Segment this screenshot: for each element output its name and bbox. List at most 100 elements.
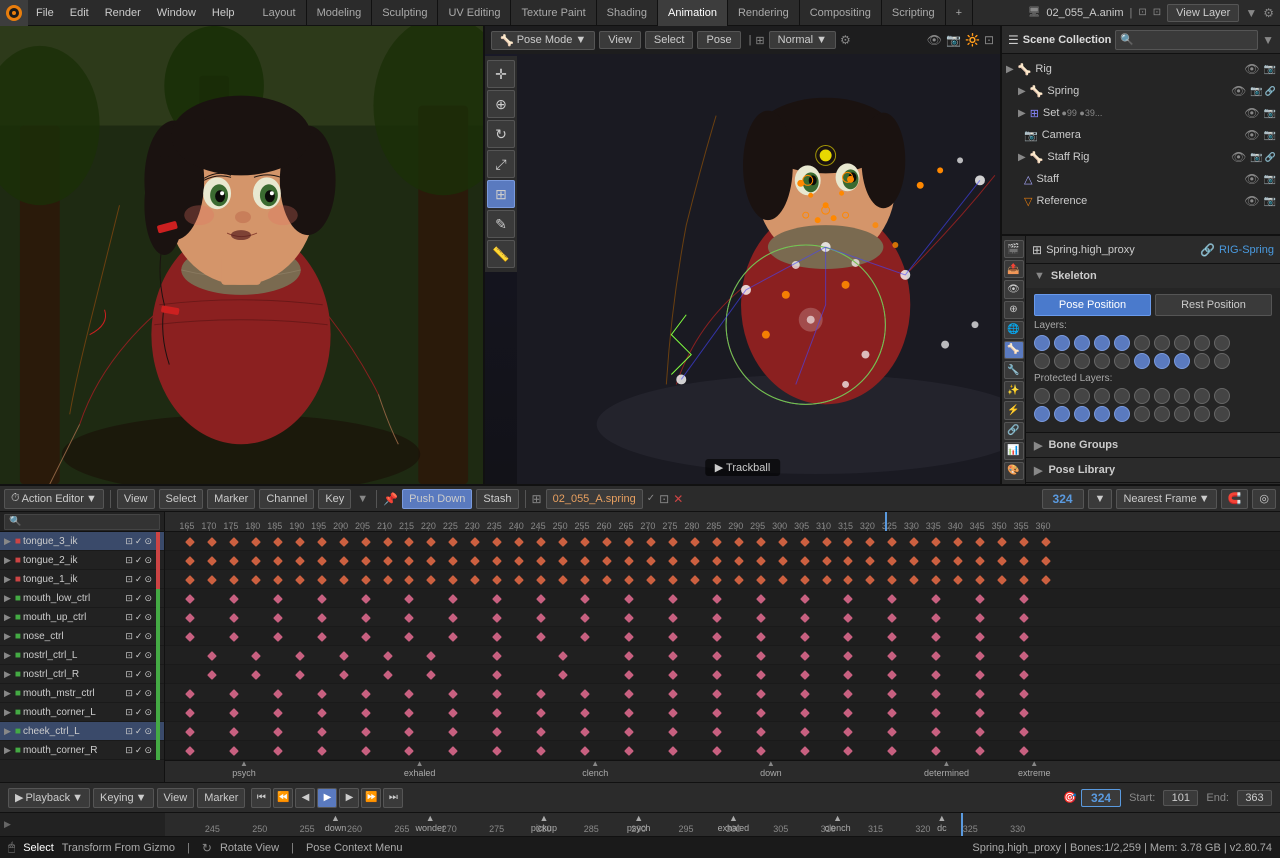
player-18[interactable] (1174, 406, 1190, 422)
timeline-row-10[interactable] (165, 722, 1280, 741)
track-3-icon2[interactable]: ✓ (135, 593, 143, 604)
keyframe-5-275[interactable] (668, 632, 678, 642)
bottom-marker-dc[interactable]: ▲dc (937, 814, 947, 834)
collection-spring[interactable]: ▶ 🦴 Spring 👁 📷 🔗 (1002, 80, 1280, 102)
player-1[interactable] (1034, 388, 1050, 404)
spring-render[interactable]: 📷 (1250, 86, 1262, 97)
blender-logo[interactable] (0, 0, 28, 26)
keyframe-1-355[interactable] (1019, 556, 1029, 566)
track-5-icon1[interactable]: ⊡ (125, 631, 133, 642)
keyframe-8-225[interactable] (448, 689, 458, 699)
keyframe-2-165[interactable] (185, 575, 195, 585)
bottom-marker-down[interactable]: ▲down (325, 814, 347, 834)
layer-17[interactable] (1154, 353, 1170, 369)
keyframe-11-245[interactable] (536, 746, 546, 756)
keyframe-1-360[interactable] (1041, 556, 1051, 566)
keyframe-10-185[interactable] (273, 727, 283, 737)
keyframe-2-360[interactable] (1041, 575, 1051, 585)
menu-edit[interactable]: Edit (62, 0, 97, 26)
player-4[interactable] (1094, 388, 1110, 404)
keyframe-11-215[interactable] (404, 746, 414, 756)
keyframe-3-245[interactable] (536, 594, 546, 604)
keyframe-5-195[interactable] (317, 632, 327, 642)
keyframe-7-275[interactable] (668, 670, 678, 680)
keyframe-8-315[interactable] (844, 689, 854, 699)
keyframe-0-300[interactable] (778, 537, 788, 547)
keyframe-0-310[interactable] (822, 537, 832, 547)
layer-16[interactable] (1134, 353, 1150, 369)
collection-staff[interactable]: △ Staff 👁 📷 (1002, 168, 1280, 190)
keyframe-0-290[interactable] (734, 537, 744, 547)
keyframe-4-205[interactable] (361, 613, 371, 623)
keyframe-2-305[interactable] (800, 575, 810, 585)
bottom-marker-psych[interactable]: ▲psych (627, 814, 651, 834)
keyframe-2-355[interactable] (1019, 575, 1029, 585)
collection-camera[interactable]: 📷 Camera 👁 📷 (1002, 124, 1280, 146)
keyframe-0-210[interactable] (383, 537, 393, 547)
track-8-icon3[interactable]: ⊙ (144, 688, 152, 699)
keyframe-5-245[interactable] (536, 632, 546, 642)
keyframe-5-265[interactable] (624, 632, 634, 642)
current-frame-value[interactable]: 324 (1081, 789, 1121, 807)
camera-eye[interactable]: 👁 (1244, 128, 1259, 142)
keyframe-10-235[interactable] (492, 727, 502, 737)
tab-compositing[interactable]: Compositing (800, 0, 882, 26)
keyframe-4-285[interactable] (712, 613, 722, 623)
outliner-filter[interactable]: ▼ (1262, 33, 1274, 47)
player-15[interactable] (1114, 406, 1130, 422)
keyframe-2-320[interactable] (865, 575, 875, 585)
keyframe-4-235[interactable] (492, 613, 502, 623)
track-6-icon1[interactable]: ⊡ (125, 650, 133, 661)
track-nostrl-r[interactable]: ▶ ■ nostrl_ctrl_R ⊡ ✓ ⊙ (0, 665, 164, 684)
keyframe-10-305[interactable] (800, 727, 810, 737)
keyframe-1-245[interactable] (536, 556, 546, 566)
keyframe-11-295[interactable] (756, 746, 766, 756)
track-4-icon3[interactable]: ⊙ (144, 612, 152, 623)
keyframe-6-335[interactable] (931, 651, 941, 661)
keyframe-11-275[interactable] (668, 746, 678, 756)
keyframe-6-315[interactable] (844, 651, 854, 661)
timeline-row-4[interactable] (165, 608, 1280, 627)
keyframe-0-200[interactable] (339, 537, 349, 547)
keyframe-10-295[interactable] (756, 727, 766, 737)
keyframe-0-345[interactable] (975, 537, 985, 547)
action-check[interactable]: ✓ (647, 493, 655, 504)
keyframe-9-325[interactable] (887, 708, 897, 718)
keyframe-0-170[interactable] (207, 537, 217, 547)
keyframe-9-245[interactable] (536, 708, 546, 718)
props-link-icon[interactable]: 🔗 (1200, 243, 1215, 257)
prev-keyframe-btn[interactable]: ⏪ (273, 788, 293, 808)
keyframe-4-255[interactable] (580, 613, 590, 623)
keyframe-5-285[interactable] (712, 632, 722, 642)
keyframe-11-335[interactable] (931, 746, 941, 756)
tracks-timeline[interactable]: 1651701751801851901952002052102152202252… (165, 512, 1280, 782)
marker-psych[interactable]: psych (232, 760, 256, 778)
pose-library-header[interactable]: ▶ Pose Library (1026, 458, 1280, 482)
keyframe-4-225[interactable] (448, 613, 458, 623)
keyframe-4-195[interactable] (317, 613, 327, 623)
props-tab-scene[interactable]: ⊕ (1004, 301, 1024, 319)
tab-shading[interactable]: Shading (597, 0, 658, 26)
keyframe-9-225[interactable] (448, 708, 458, 718)
keyframe-5-185[interactable] (273, 632, 283, 642)
keyframe-6-285[interactable] (712, 651, 722, 661)
keyframe-6-295[interactable] (756, 651, 766, 661)
keyframe-7-250[interactable] (558, 670, 568, 680)
cursor-tool[interactable]: ✛ (487, 60, 515, 88)
layers-grid[interactable] (1034, 335, 1272, 369)
set-render[interactable]: 📷 (1264, 108, 1276, 119)
layer-13[interactable] (1074, 353, 1090, 369)
annotate-tool[interactable]: ✎ (487, 210, 515, 238)
keyframe-11-165[interactable] (185, 746, 195, 756)
ae-select-btn[interactable]: Select (159, 489, 204, 509)
layer-3[interactable] (1074, 335, 1090, 351)
keyframe-11-285[interactable] (712, 746, 722, 756)
keyframe-8-275[interactable] (668, 689, 678, 699)
track-2-icon1[interactable]: ⊡ (125, 574, 133, 585)
track-6-icon3[interactable]: ⊙ (144, 650, 152, 661)
rest-position-btn[interactable]: Rest Position (1155, 294, 1272, 316)
keyframe-11-265[interactable] (624, 746, 634, 756)
layer-8[interactable] (1174, 335, 1190, 351)
layer-9[interactable] (1194, 335, 1210, 351)
track-1-icon3[interactable]: ⊙ (144, 555, 152, 566)
